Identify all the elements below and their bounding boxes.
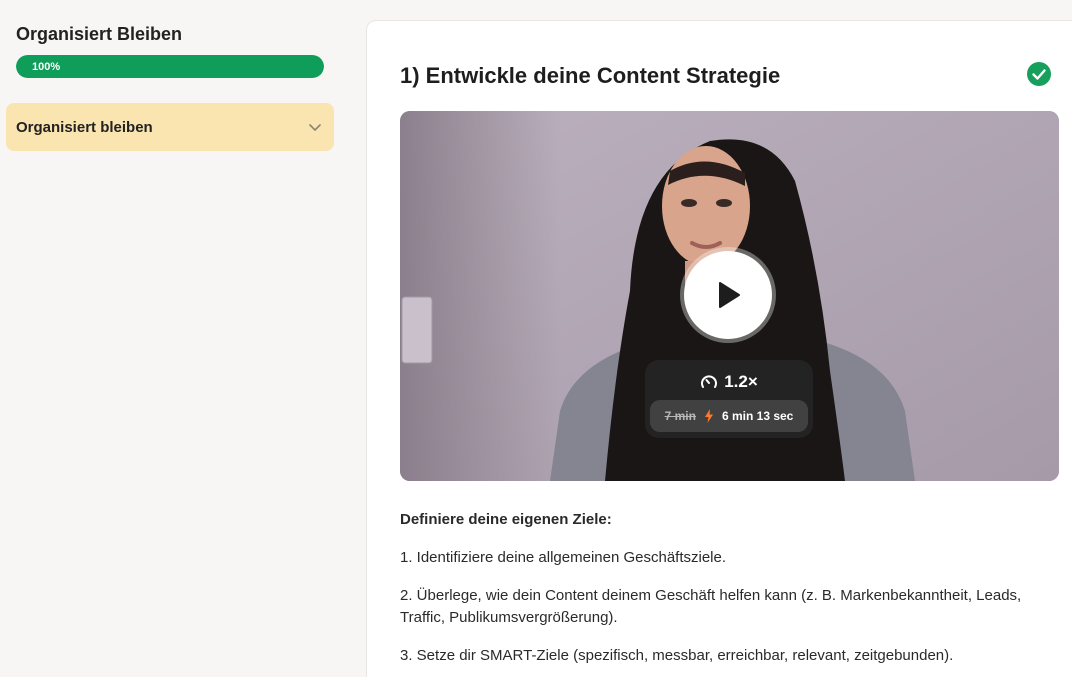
speedometer-icon (701, 375, 718, 388)
progress-fill: 100% (16, 55, 324, 78)
module-organisiert-bleiben[interactable]: Organisiert bleiben (6, 103, 334, 151)
play-button[interactable] (684, 251, 772, 339)
adjusted-duration: 6 min 13 sec (721, 409, 794, 423)
play-icon (719, 282, 740, 308)
playback-speed: 1.2× (724, 372, 758, 391)
content-heading: Definiere deine eigenen Ziele: (400, 511, 612, 528)
check-circle-icon (1027, 62, 1051, 86)
sidebar: Organisiert Bleiben 100% Organisiert ble… (0, 0, 345, 677)
content-item: 2. Überlege, wie dein Content deinem Ges… (400, 587, 1022, 626)
duration-pill: 7 min 6 min 13 sec (650, 400, 808, 432)
lesson-content: Definiere deine eigenen Ziele: 1. Identi… (400, 509, 1060, 677)
lesson-card: 1) Entwickle deine Content Strategie 1.2… (366, 20, 1072, 677)
speed-overlay[interactable]: 1.2× 7 min 6 min 13 sec (645, 360, 813, 438)
chevron-down-icon[interactable] (308, 120, 322, 134)
module-label: Organisiert bleiben (16, 118, 153, 136)
content-item: 3. Setze dir SMART-Ziele (spezifisch, me… (400, 647, 954, 664)
progress-bar: 100% (16, 55, 324, 78)
lightning-icon (704, 409, 713, 423)
original-duration: 7 min (664, 409, 696, 423)
content-item: 1. Identifiziere deine allgemeinen Gesch… (400, 549, 727, 566)
lesson-title: 1) Entwickle deine Content Strategie (400, 63, 781, 88)
video-player[interactable]: 1.2× 7 min 6 min 13 sec (400, 111, 1059, 481)
course-title: Organisiert Bleiben (16, 24, 183, 44)
progress-label: 100% (32, 60, 61, 73)
